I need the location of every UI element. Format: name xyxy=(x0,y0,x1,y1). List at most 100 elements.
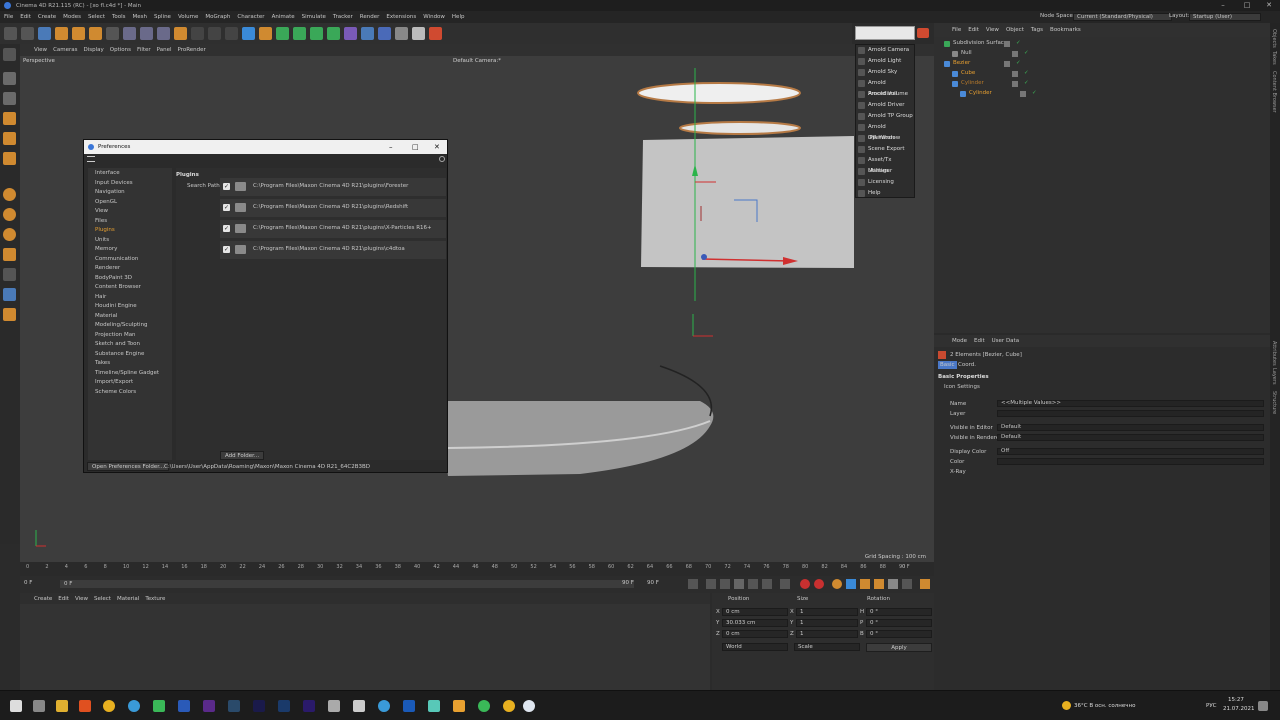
subdivision-icon[interactable] xyxy=(276,27,289,40)
range-end-field[interactable]: 90 F xyxy=(622,580,634,586)
side-tab[interactable]: Attributes xyxy=(1271,341,1277,366)
menu-item[interactable]: Character xyxy=(237,14,264,20)
light-icon[interactable] xyxy=(412,27,425,40)
coord-position-field[interactable]: 30.033 cm xyxy=(722,619,788,627)
snap-icon[interactable] xyxy=(3,188,16,201)
object-visibility-icon[interactable] xyxy=(1004,61,1010,67)
object-row[interactable]: Cube ✓ xyxy=(952,69,1272,78)
pref-nav-item[interactable]: BodyPaint 3D xyxy=(95,274,132,283)
plugin-path-row[interactable]: ✓ C:\Program Files\Maxon Cinema 4D R21\pl… xyxy=(220,178,446,196)
next-frame-icon[interactable] xyxy=(748,579,758,589)
menu-item[interactable]: Create xyxy=(38,14,56,20)
dropdown-item[interactable]: Arnold Volume xyxy=(856,89,914,100)
rotation-key-icon[interactable] xyxy=(874,579,884,589)
grid-icon[interactable] xyxy=(3,288,16,301)
object-row[interactable]: Cylinder ✓ xyxy=(952,79,1272,88)
pref-nav-item[interactable]: Plugins xyxy=(95,226,115,235)
polygons-mode-icon[interactable] xyxy=(3,152,16,165)
viewport-menu-item[interactable]: View xyxy=(34,47,47,53)
dropdown-item[interactable]: Arnold Light xyxy=(856,56,914,67)
snap-settings-icon[interactable] xyxy=(3,208,16,221)
pref-nav-item[interactable]: Scheme Colors xyxy=(95,388,136,397)
cinema4d-active-icon[interactable] xyxy=(523,700,535,712)
object-row[interactable]: Null ✓ xyxy=(952,49,1272,58)
pref-nav-item[interactable]: Files xyxy=(95,217,107,226)
tab-coord[interactable]: Coord. xyxy=(958,361,976,369)
go-to-end-icon[interactable] xyxy=(780,579,790,589)
pen-tool-icon[interactable] xyxy=(259,27,272,40)
pref-nav-item[interactable]: Material xyxy=(95,312,117,321)
points-mode-icon[interactable] xyxy=(3,112,16,125)
app-green-icon[interactable] xyxy=(153,700,165,712)
coordinate-system-icon[interactable] xyxy=(174,27,187,40)
coord-rotation-field[interactable]: 0 ° xyxy=(866,619,932,627)
coord-size-field[interactable]: 1 xyxy=(796,630,858,638)
file-explorer-icon[interactable] xyxy=(56,700,68,712)
timeline-ruler[interactable]: 0 F 0 2 4 6 8 10 12 14 16 18 20 22 24 26 28 30 32 34 36 38 4… xyxy=(20,562,934,576)
attribute-field[interactable]: <<Multiple Values>> xyxy=(997,400,1264,407)
object-visibility-icon[interactable] xyxy=(1020,91,1026,97)
brave-browser-icon[interactable] xyxy=(79,700,91,712)
task-view-icon[interactable] xyxy=(33,700,45,712)
material-menu-item[interactable]: Texture xyxy=(145,596,165,602)
weather-label[interactable]: 36°C В осн. солнечно xyxy=(1074,703,1135,709)
autokey-icon[interactable] xyxy=(814,579,824,589)
pref-nav-item[interactable]: Interface xyxy=(95,169,120,178)
dropdown-item[interactable]: Arnold Driver xyxy=(856,100,914,111)
model-mode-icon[interactable] xyxy=(3,72,16,85)
menu-item[interactable]: Render xyxy=(360,14,380,20)
material-menu-item[interactable]: View xyxy=(75,596,88,602)
render-view-icon[interactable] xyxy=(191,27,204,40)
keyframe-selection-icon[interactable] xyxy=(832,579,842,589)
next-key-icon[interactable] xyxy=(762,579,772,589)
viewport-menu-item[interactable]: Filter xyxy=(137,47,151,53)
dropdown-item[interactable]: Utilities xyxy=(856,166,914,177)
side-tab[interactable]: Layers xyxy=(1271,368,1277,385)
attribute-menu-item[interactable]: Edit xyxy=(974,338,985,344)
coord-position-field[interactable]: 0 cm xyxy=(722,630,788,638)
open-preferences-folder-button[interactable]: Open Preferences Folder... xyxy=(87,462,170,471)
maps-icon[interactable] xyxy=(428,700,440,712)
dropdown-item[interactable]: Help xyxy=(856,188,914,199)
lightroom-icon[interactable] xyxy=(228,700,240,712)
scale-select[interactable]: Scale xyxy=(794,643,860,651)
material-menu-item[interactable]: Material xyxy=(117,596,139,602)
after-effects-icon[interactable] xyxy=(303,700,315,712)
coord-rotation-field[interactable]: 0 ° xyxy=(866,608,932,616)
path-checkbox[interactable]: ✓ xyxy=(223,204,230,211)
menu-item[interactable]: Animate xyxy=(272,14,295,20)
clock-date[interactable]: 21.07.2021 xyxy=(1223,706,1255,712)
attribute-field[interactable]: Off xyxy=(997,448,1264,455)
scale-key-icon[interactable] xyxy=(860,579,870,589)
object-enable-check-icon[interactable]: ✓ xyxy=(1016,59,1021,68)
object-visibility-icon[interactable] xyxy=(1012,81,1018,87)
dropdown-item[interactable]: Arnold TP Group xyxy=(856,111,914,122)
object-visibility-icon[interactable] xyxy=(1012,51,1018,57)
coord-rotation-field[interactable]: 0 ° xyxy=(866,630,932,638)
parameter-key-icon[interactable] xyxy=(888,579,898,589)
menu-item[interactable]: Edit xyxy=(20,14,31,20)
cube-object-icon[interactable] xyxy=(242,27,255,40)
plugin-path-row[interactable]: ✓ C:\Program Files\Maxon Cinema 4D R21\pl… xyxy=(220,199,446,217)
object-menu-item[interactable]: File xyxy=(952,27,961,33)
pref-close-icon[interactable]: ✕ xyxy=(434,140,440,154)
object-row[interactable]: Subdivision Surface ✓ xyxy=(944,39,1264,48)
undo-icon[interactable] xyxy=(4,27,17,40)
edge-icon[interactable] xyxy=(378,700,390,712)
object-menu-item[interactable]: View xyxy=(986,27,999,33)
object-visibility-icon[interactable] xyxy=(1012,71,1018,77)
layout-select[interactable]: Startup (User) xyxy=(1189,13,1261,21)
side-tab[interactable]: Objects xyxy=(1271,29,1277,48)
tweak-icon[interactable] xyxy=(3,308,16,321)
object-row[interactable]: Cylinder ✓ xyxy=(960,89,1280,98)
search-icon[interactable] xyxy=(439,156,445,162)
object-enable-check-icon[interactable]: ✓ xyxy=(1024,49,1029,58)
menu-item[interactable]: Select xyxy=(88,14,105,20)
tab-basic[interactable]: Basic xyxy=(938,361,957,369)
pref-nav-item[interactable]: View xyxy=(95,207,108,216)
pref-maximize-icon[interactable]: □ xyxy=(412,140,419,154)
camera-icon[interactable] xyxy=(395,27,408,40)
apply-button[interactable]: Apply xyxy=(866,643,932,652)
field-icon[interactable] xyxy=(344,27,357,40)
dropdown-item[interactable]: Licensing xyxy=(856,177,914,188)
